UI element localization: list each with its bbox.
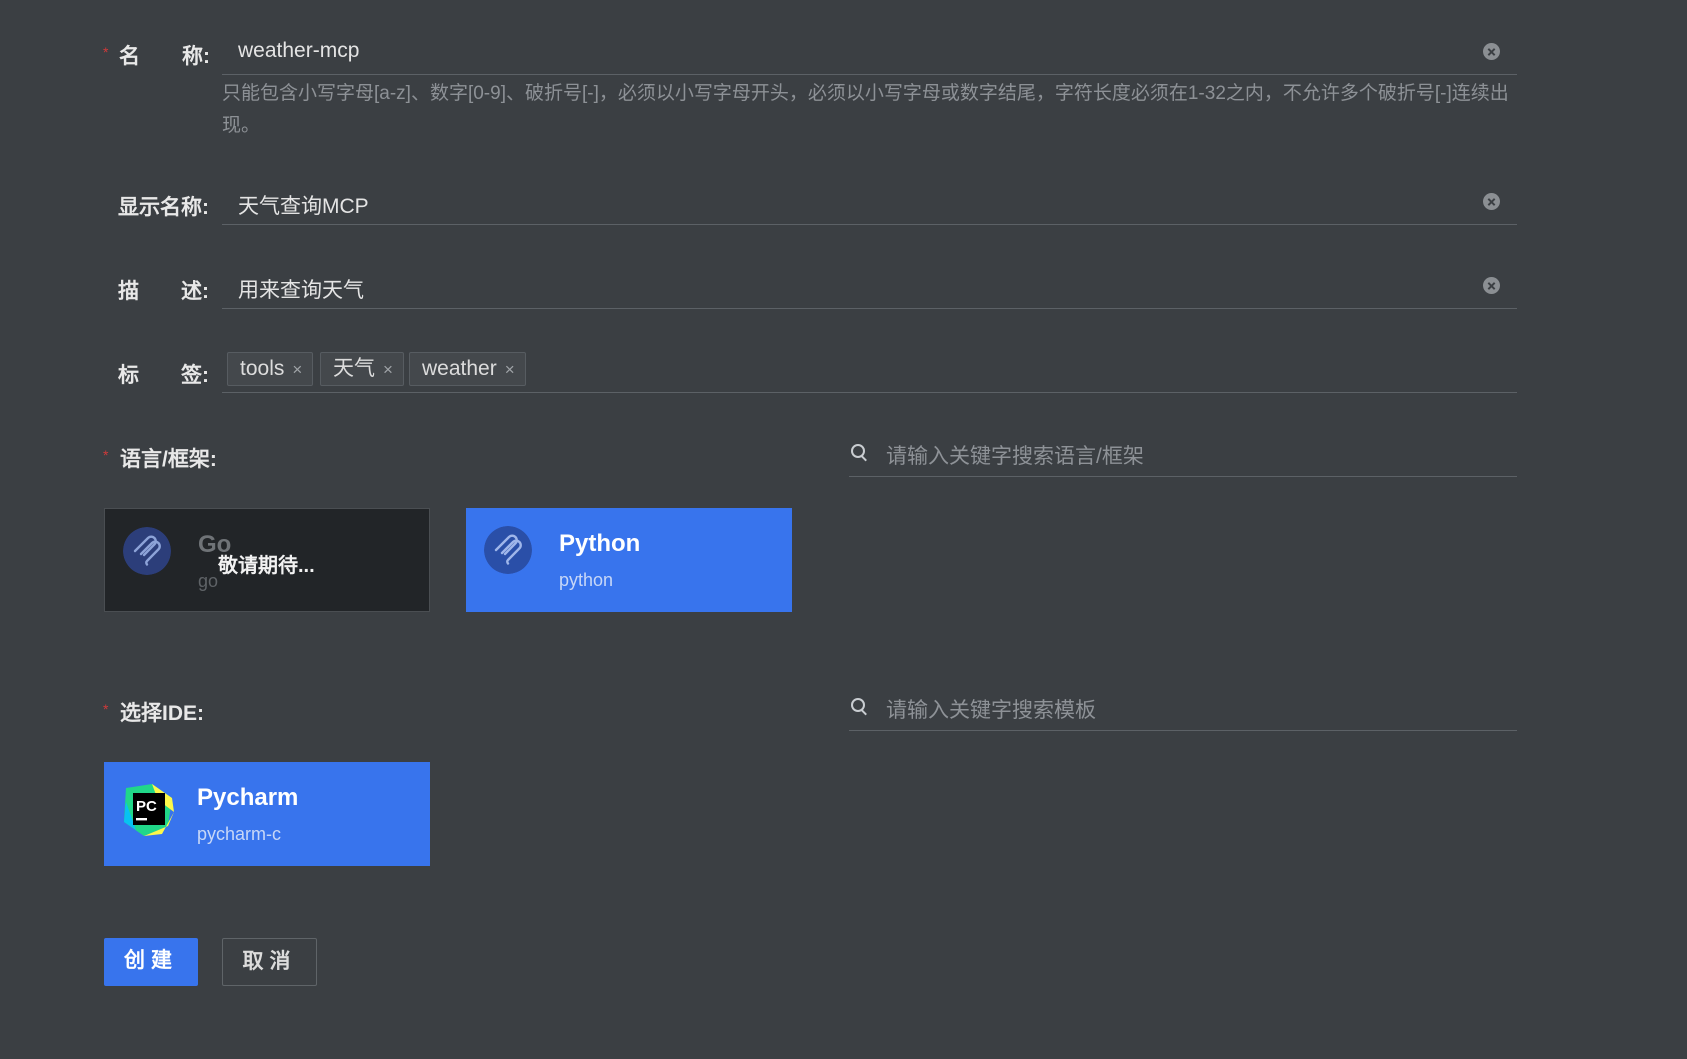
search-icon [851, 444, 865, 458]
pycharm-icon-text: PC [136, 798, 157, 815]
language-label: 语言/框架: [120, 448, 217, 471]
required-mark: * [103, 44, 109, 60]
display-name-input[interactable]: 天气查询MCP [238, 190, 369, 220]
description-input[interactable]: 用来查询天气 [238, 274, 364, 304]
name-input[interactable]: weather-mcp [238, 39, 359, 63]
close-icon[interactable]: × [505, 360, 515, 379]
tags-input-underline[interactable] [222, 392, 1517, 393]
clear-icon[interactable] [1483, 43, 1500, 60]
language-search-input[interactable]: 请输入关键字搜索语言/框架 [886, 440, 1144, 470]
option-subtitle: pycharm-c [197, 824, 282, 844]
ide-label: 选择IDE: [120, 702, 204, 725]
tag-text: 天气 [333, 357, 375, 380]
name-hint: 只能包含小写字母[a-z]、数字[0-9]、破折号[-]，必须以小写字母开头，必… [222, 83, 1509, 136]
cancel-button[interactable]: 取消 [222, 938, 317, 986]
language-search-underline [849, 476, 1517, 477]
tags-label: 标 签: [118, 364, 209, 387]
description-label: 描 述: [118, 280, 209, 303]
mcp-icon [484, 526, 532, 574]
language-option-go: Go go 敬请期待... [104, 508, 430, 612]
ide-search-input[interactable]: 请输入关键字搜索模板 [886, 694, 1096, 724]
option-title: Pycharm [197, 784, 299, 811]
tag-chip: weather × [409, 352, 526, 386]
pycharm-icon: PC [124, 784, 174, 836]
close-icon[interactable]: × [292, 360, 302, 379]
display-name-underline [222, 224, 1517, 225]
display-name-label: 显示名称: [118, 196, 209, 219]
tag-text: tools [240, 357, 285, 380]
language-option-python[interactable]: Python python [466, 508, 792, 612]
tag-chip: 天气 × [320, 352, 404, 386]
mcp-icon [123, 527, 171, 575]
required-mark: * [103, 701, 109, 717]
option-subtitle: go [198, 571, 219, 591]
name-label: 名 称: [119, 45, 210, 68]
close-icon[interactable]: × [383, 360, 393, 379]
tag-chip: tools × [227, 352, 314, 386]
create-button[interactable]: 创建 [104, 938, 198, 986]
clear-icon[interactable] [1483, 193, 1500, 210]
option-title: Python [559, 530, 641, 557]
clear-icon[interactable] [1483, 277, 1500, 294]
name-input-underline [222, 74, 1517, 75]
tag-text: weather [422, 357, 497, 380]
description-underline [222, 308, 1517, 309]
ide-search-underline [849, 730, 1517, 731]
coming-soon-overlay: 敬请期待... [218, 555, 315, 577]
option-subtitle: python [559, 570, 614, 590]
required-mark: * [103, 447, 109, 463]
ide-option-pycharm[interactable]: PC Pycharm pycharm-c [104, 762, 430, 866]
search-icon [851, 698, 865, 712]
